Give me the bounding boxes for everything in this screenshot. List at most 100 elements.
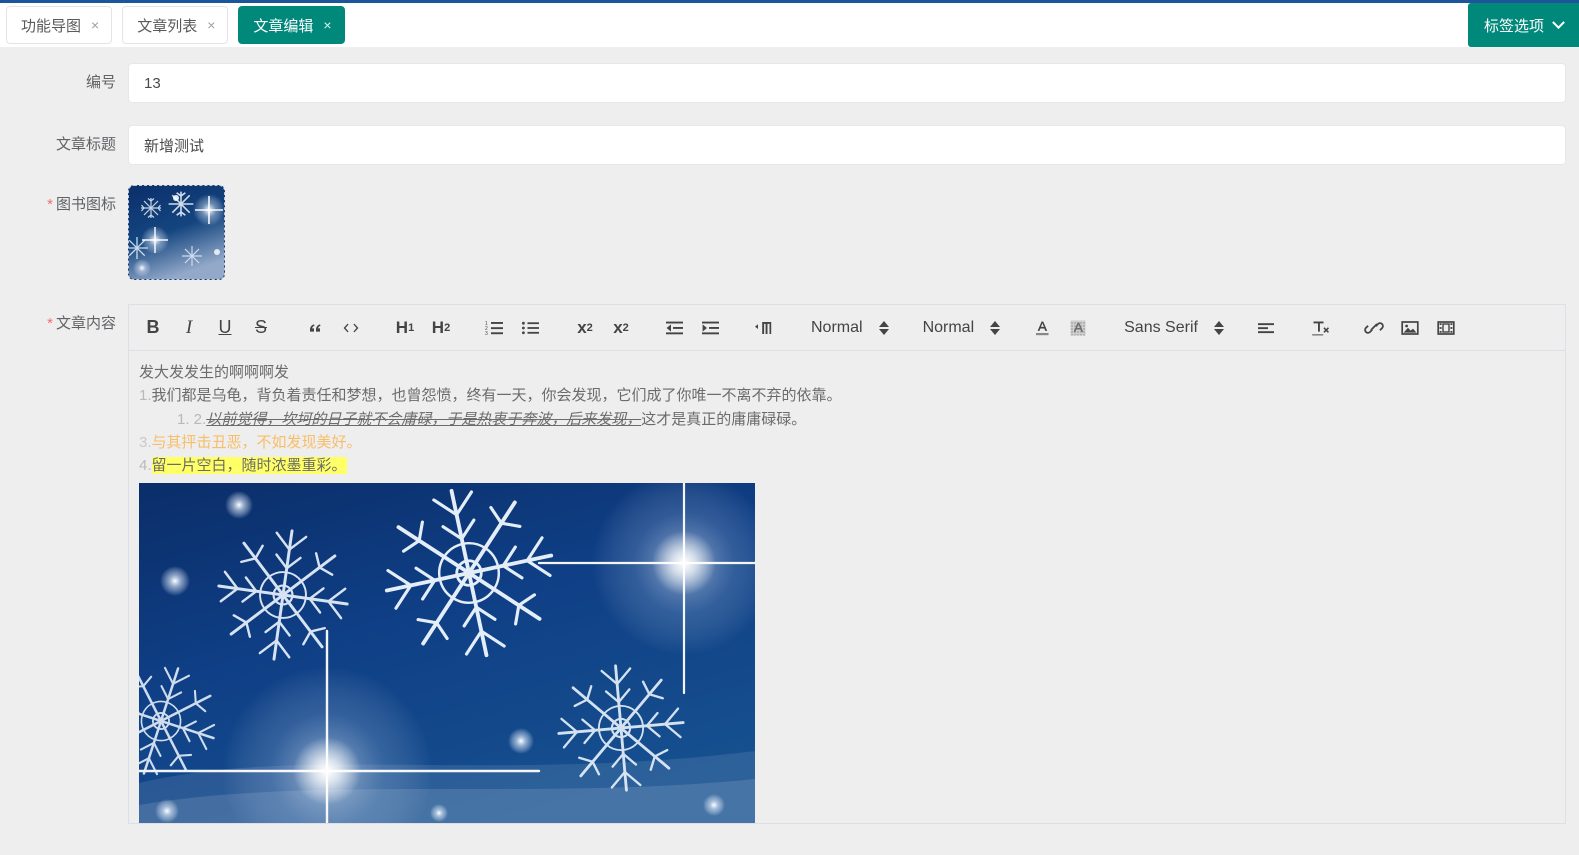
outdent-icon[interactable] — [657, 310, 693, 346]
form-row-id: 编号 — [0, 63, 1579, 103]
field-wrap-title — [128, 125, 1579, 165]
close-icon[interactable]: × — [207, 18, 215, 32]
article-form: 编号 文章标题 *图书图标 — [0, 47, 1579, 855]
form-row-content: * 文章内容 B I U S H 1 H 2 1 2 3 x 2 x 2 Nor… — [0, 304, 1579, 825]
text-direction-icon[interactable] — [747, 310, 783, 346]
line-3-tail-text: 这才是真正的庸庸碌碌。 — [641, 410, 807, 428]
toolbar-gap — [1230, 327, 1248, 328]
label-title: 文章标题 — [55, 136, 116, 153]
toolbar-gap — [369, 327, 387, 328]
video-icon[interactable] — [1428, 310, 1464, 346]
toolbar-gap — [895, 327, 913, 328]
tag-options-label: 标签选项 — [1483, 17, 1544, 35]
italic-icon[interactable]: I — [171, 310, 207, 346]
field-wrap-book-icon — [128, 185, 1579, 280]
link-icon[interactable] — [1356, 310, 1392, 346]
text-color-icon[interactable] — [1024, 310, 1060, 346]
tag-options-button[interactable]: 标签选项 — [1467, 3, 1579, 47]
toolbar-gap — [729, 327, 747, 328]
required-asterisk: * — [47, 315, 53, 332]
toolbar-gap — [279, 327, 297, 328]
svg-text:3: 3 — [485, 331, 488, 337]
form-row-title: 文章标题 — [0, 125, 1579, 165]
line-5-text: 留一片空白，随时浓墨重彩。 — [151, 457, 347, 474]
line-5-number: 4. — [139, 457, 152, 474]
toolbar-gap — [783, 327, 801, 328]
superscript-icon[interactable]: x2 — [603, 310, 639, 346]
underline-icon[interactable]: U — [207, 310, 243, 346]
sub-index: 2 — [586, 321, 593, 334]
bullet-list-icon[interactable] — [513, 310, 549, 346]
content-line-4: 3.与其抨击丑恶，不如发现美好。 — [139, 431, 1551, 454]
h1-letter: H — [395, 317, 409, 337]
heading-1-icon[interactable]: H1 — [387, 310, 423, 346]
strike-icon[interactable]: S — [243, 310, 279, 346]
line-4-text: 与其抨击丑恶，不如发现美好。 — [151, 433, 362, 451]
toolbar-gap — [1006, 327, 1024, 328]
align-icon[interactable] — [1248, 310, 1284, 346]
toolbar-gap — [459, 327, 477, 328]
label-book-icon-text: 图书图标 — [55, 196, 116, 213]
background-color-icon[interactable] — [1060, 310, 1096, 346]
tab-function-map[interactable]: 功能导图 × — [6, 6, 113, 44]
heading-2-icon[interactable]: H2 — [423, 310, 459, 346]
label-book-icon: * 图书图标 — [0, 185, 128, 225]
line-3-styled-text: 以前觉得，坎坷的日子就不会庸碌，于是热衷于奔波，后来发现， — [206, 410, 642, 428]
indent-icon[interactable] — [693, 310, 729, 346]
chevron-updown-icon — [1213, 320, 1224, 335]
clear-format-icon[interactable] — [1302, 310, 1338, 346]
bold-icon[interactable]: B — [135, 310, 171, 346]
line-2-number: 1. — [139, 387, 152, 405]
snowflake-winter-graphic — [139, 483, 755, 824]
label-content-text: 文章内容 — [55, 315, 116, 332]
sup-letter: x — [613, 317, 623, 337]
content-line-2: 1.我们都是乌龟，背负着责任和梦想，也曾怨愤，终有一天，你会发现，它们成了你唯一… — [139, 384, 1551, 407]
content-line-5: 4.留一片空白，随时浓墨重彩。 — [139, 454, 1551, 477]
content-line-3: 1. 2.以前觉得，坎坷的日子就不会庸碌，于是热衷于奔波，后来发现，这才是真正的… — [177, 408, 1551, 431]
editor-content[interactable]: 发大发发生的啊啊啊发 1.我们都是乌龟，背负着责任和梦想，也曾怨愤，终有一天，你… — [129, 351, 1565, 824]
line-4-number: 3. — [139, 433, 152, 451]
book-icon-thumbnail[interactable] — [128, 185, 225, 280]
font-select[interactable]: Sans Serif — [1114, 310, 1230, 346]
toolbar-gap — [1096, 327, 1114, 328]
header-select[interactable]: Normal — [801, 310, 895, 346]
chevron-updown-icon — [878, 320, 889, 335]
toolbar-gap — [1338, 327, 1356, 328]
toolbar-gap — [549, 327, 567, 328]
editor-toolbar: B I U S H1 H 2 1 2 3 x 2 x 2 Normal Norm… — [129, 305, 1565, 351]
article-editor-page: 功能导图 × 文章列表 × 文章编辑 × 标签选项 编号 文章标题 — [0, 0, 1579, 855]
tab-label: 功能导图 — [21, 17, 82, 35]
label-id: 编号 — [85, 74, 116, 91]
close-icon[interactable]: × — [323, 18, 331, 32]
blockquote-icon[interactable] — [297, 310, 333, 346]
chevron-down-icon — [1552, 15, 1565, 29]
embedded-image[interactable] — [139, 483, 755, 824]
h2-subscript: 2 — [444, 321, 451, 334]
tab-bar: 功能导图 × 文章列表 × 文章编辑 × 标签选项 — [0, 3, 1579, 47]
title-input[interactable] — [128, 125, 1566, 165]
toolbar-gap — [639, 327, 657, 328]
content-line-1: 发大发发生的啊啊啊发 — [139, 364, 290, 381]
close-icon[interactable]: × — [91, 18, 99, 32]
tab-label: 文章编辑 — [253, 17, 314, 35]
rich-text-editor: B I U S H1 H 2 1 2 3 x 2 x 2 Normal Norm… — [128, 304, 1566, 825]
size-select[interactable]: Normal — [913, 310, 1007, 346]
sup-index: 2 — [622, 321, 629, 334]
h2-letter: H — [431, 317, 445, 337]
header-select-value: Normal — [811, 318, 863, 336]
field-wrap-content: B I U S H1 H 2 1 2 3 x 2 x 2 Normal Norm… — [128, 304, 1579, 825]
sub-letter: x — [577, 317, 587, 337]
line-2-text: 我们都是乌龟，背负着责任和梦想，也曾怨愤，终有一天，你会发现，它们成了你唯一不离… — [151, 387, 842, 405]
ordered-list-icon[interactable]: 123 — [477, 310, 513, 346]
label-content: * 文章内容 — [0, 304, 128, 344]
image-icon[interactable] — [1392, 310, 1428, 346]
tab-label: 文章列表 — [137, 17, 198, 35]
subscript-icon[interactable]: x2 — [567, 310, 603, 346]
form-row-book-icon: * 图书图标 — [0, 185, 1579, 280]
tab-article-list[interactable]: 文章列表 × — [122, 6, 229, 44]
size-select-value: Normal — [922, 318, 975, 336]
code-icon[interactable] — [333, 310, 369, 346]
id-input[interactable] — [128, 63, 1566, 103]
tab-article-edit[interactable]: 文章编辑 × — [238, 6, 345, 44]
chevron-updown-icon — [990, 320, 1001, 335]
